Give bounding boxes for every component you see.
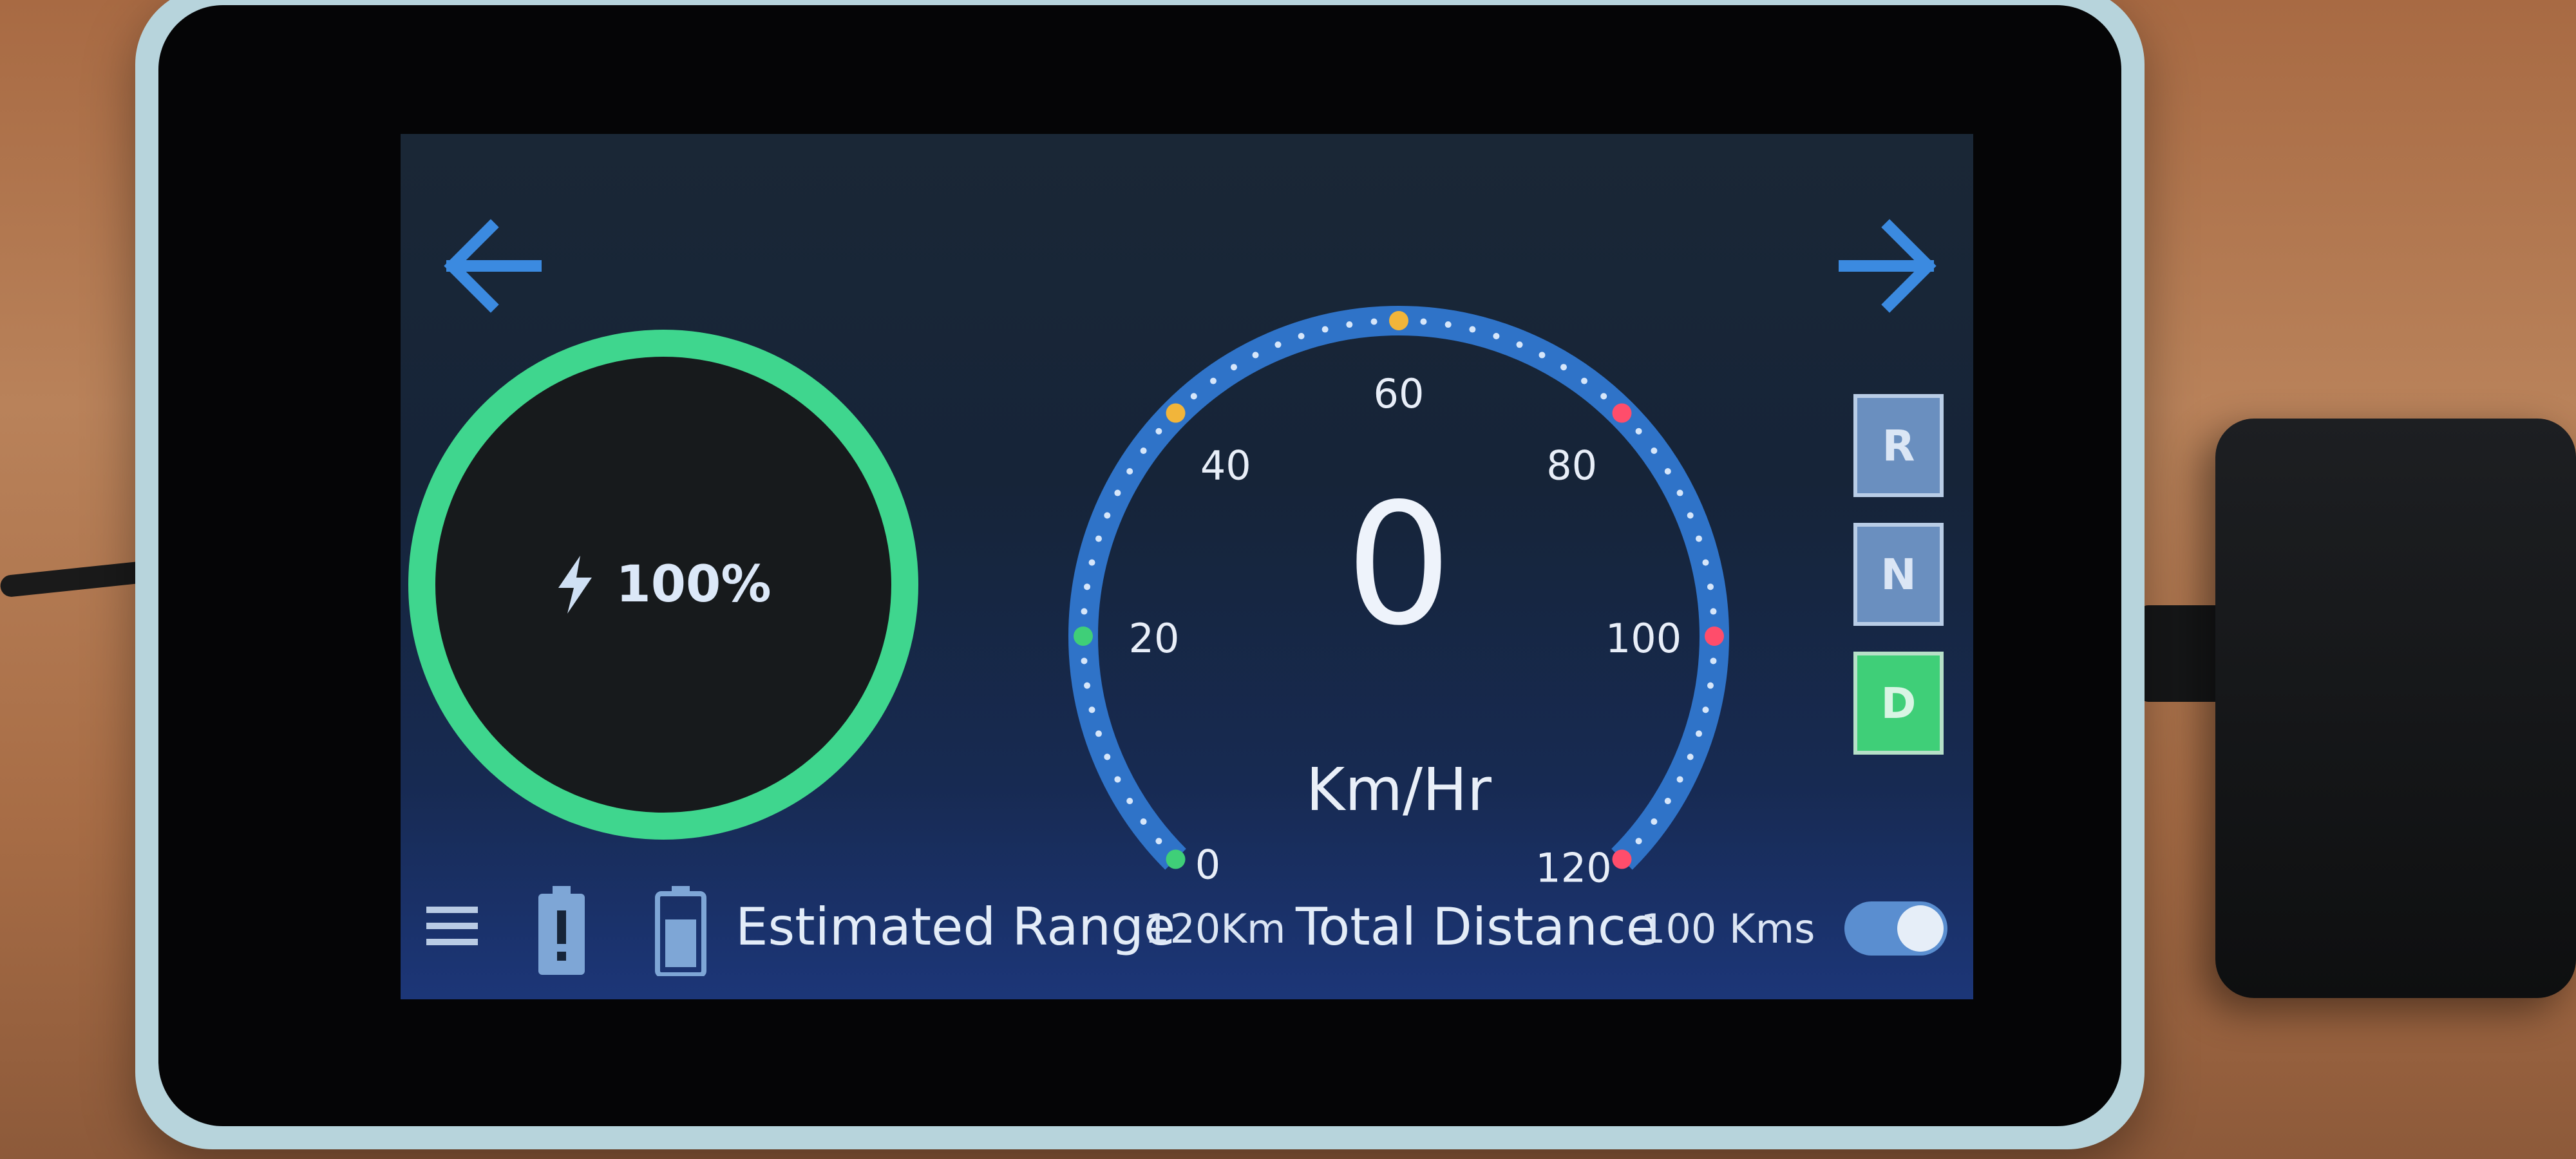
speed-tick-dot — [1095, 730, 1102, 737]
speed-tick-dot — [1104, 512, 1111, 519]
speed-tick-label-0: 0 — [1195, 841, 1220, 888]
speed-tick-dot — [1687, 512, 1694, 519]
speed-tick-dot — [1084, 682, 1091, 689]
speed-tick-dot — [1710, 608, 1717, 615]
speed-tick-dot — [1635, 838, 1642, 845]
arrow-left-icon[interactable] — [426, 211, 555, 321]
device-case: 100% 0 20 40 60 80 100 120 0 Km/Hr R N D — [135, 0, 2145, 1149]
speed-tick-dot — [1664, 467, 1671, 475]
battery-readout: 100% — [406, 327, 921, 842]
speed-marker-80 — [1612, 403, 1632, 423]
speed-tick-dot — [1702, 559, 1709, 566]
speed-tick-dot — [1114, 776, 1121, 783]
speed-tick-dot — [1230, 364, 1237, 371]
speed-tick-dot — [1190, 393, 1197, 400]
speed-tick-label-80: 80 — [1546, 442, 1597, 489]
hamburger-menu-icon[interactable] — [426, 905, 478, 947]
speed-tick-dot — [1346, 321, 1353, 328]
speed-unit: Km/Hr — [1306, 755, 1492, 824]
speed-tick-dot — [1114, 489, 1121, 496]
battery-full-icon — [655, 886, 706, 977]
speed-marker-40 — [1166, 403, 1186, 423]
lightning-bolt-icon — [558, 556, 592, 614]
speed-tick-dot — [1516, 341, 1523, 348]
speed-tick-label-60: 60 — [1374, 370, 1425, 417]
speed-tick-dot — [1696, 535, 1703, 542]
speed-tick-dot — [1702, 706, 1709, 713]
speed-tick-dot — [1493, 332, 1500, 339]
gear-drive-button[interactable]: D — [1853, 652, 1944, 755]
speed-tick-dot — [1104, 753, 1111, 760]
speed-tick-dot — [1581, 377, 1588, 384]
screen-bezel: 100% 0 20 40 60 80 100 120 0 Km/Hr R N D — [158, 5, 2121, 1126]
speed-tick-dot — [1088, 706, 1095, 713]
total-distance-value: 100 Kms — [1640, 905, 1815, 952]
speed-tick-dot — [1600, 393, 1607, 400]
speed-tick-dot — [1140, 818, 1147, 825]
speed-tick-dot — [1707, 583, 1714, 590]
speed-tick-dot — [1126, 467, 1133, 475]
speed-tick-dot — [1209, 377, 1217, 384]
speed-tick-dot — [1088, 559, 1095, 566]
speed-tick-label-120: 120 — [1535, 844, 1611, 891]
speed-tick-dot — [1651, 447, 1658, 454]
speed-tick-label-40: 40 — [1200, 442, 1251, 489]
battery-alert-icon — [536, 886, 587, 976]
speed-tick-dot — [1155, 838, 1162, 845]
speed-tick-dot — [1140, 447, 1147, 454]
speed-tick-dot — [1081, 608, 1088, 615]
speed-tick-dot — [1420, 318, 1427, 325]
speed-tick-dot — [1560, 364, 1567, 371]
speed-tick-dot — [1095, 535, 1102, 542]
speed-tick-dot — [1707, 682, 1714, 689]
speed-marker-0 — [1166, 849, 1186, 869]
speed-tick-label-20: 20 — [1129, 615, 1180, 662]
gear-neutral-button[interactable]: N — [1853, 523, 1944, 626]
speed-tick-label-100: 100 — [1605, 615, 1681, 662]
speed-tick-dot — [1274, 341, 1282, 348]
total-distance-label: Total Distance — [1296, 897, 1658, 957]
speed-tick-dot — [1539, 352, 1546, 359]
speed-tick-dot — [1635, 428, 1642, 435]
speed-tick-dot — [1676, 776, 1683, 783]
arrow-right-icon[interactable] — [1825, 211, 1954, 321]
speed-tick-dot — [1664, 798, 1671, 805]
power-bank — [2215, 419, 2576, 998]
estimated-range-label: Estimated Range — [735, 897, 1176, 957]
speed-tick-dot — [1321, 326, 1329, 333]
speed-value: 0 — [1345, 468, 1452, 663]
speed-tick-dot — [1444, 321, 1452, 328]
speed-tick-dot — [1252, 352, 1259, 359]
speed-tick-dot — [1696, 730, 1703, 737]
toggle-knob — [1897, 905, 1944, 952]
display-toggle[interactable] — [1844, 901, 1947, 956]
speed-tick-dot — [1084, 583, 1091, 590]
speed-tick-dot — [1687, 753, 1694, 760]
speed-tick-dot — [1651, 818, 1658, 825]
speed-tick-dot — [1710, 657, 1717, 664]
gear-reverse-button[interactable]: R — [1853, 394, 1944, 497]
speed-marker-20 — [1074, 627, 1093, 646]
speed-marker-60 — [1389, 311, 1408, 330]
speed-tick-dot — [1155, 428, 1162, 435]
speed-tick-dot — [1676, 489, 1683, 496]
estimated-range-value: 120Km — [1144, 905, 1286, 952]
speed-marker-100 — [1705, 627, 1724, 646]
speed-tick-dot — [1081, 657, 1088, 664]
speed-tick-dot — [1298, 332, 1305, 339]
battery-percent: 100% — [616, 556, 772, 614]
speed-marker-120 — [1612, 849, 1632, 869]
dashboard-screen: 100% 0 20 40 60 80 100 120 0 Km/Hr R N D — [401, 134, 1973, 999]
speed-tick-dot — [1370, 318, 1378, 325]
speed-tick-dot — [1126, 798, 1133, 805]
speed-tick-dot — [1469, 326, 1476, 333]
